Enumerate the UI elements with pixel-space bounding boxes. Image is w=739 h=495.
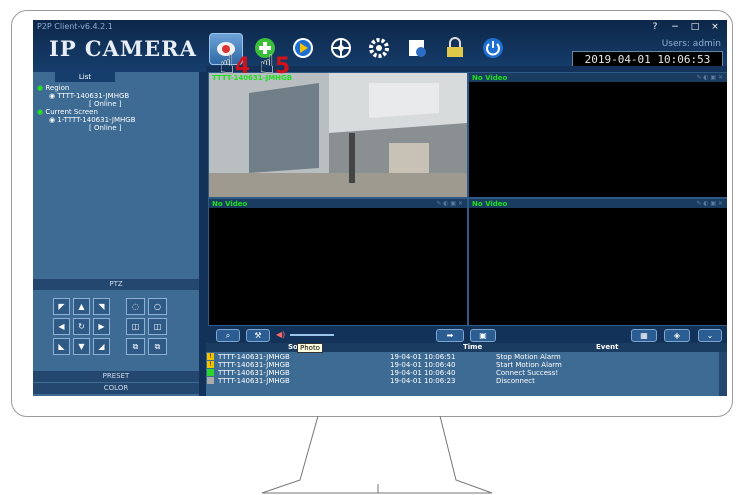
arrow-right-icon: ➡: [446, 331, 454, 340]
playback-button[interactable]: [287, 33, 319, 63]
warning-icon: !: [207, 361, 214, 368]
column-event[interactable]: Event: [596, 343, 618, 351]
maximize-button[interactable]: □: [687, 22, 703, 33]
color-header[interactable]: COLOR: [33, 383, 199, 394]
lock-icon: [447, 37, 463, 57]
ptz-header[interactable]: PTZ: [33, 279, 199, 290]
grid-icon: ▦: [640, 331, 648, 340]
tree-region[interactable]: ● Region: [37, 84, 69, 92]
minimize-button[interactable]: −: [667, 22, 683, 33]
config-button[interactable]: [401, 33, 433, 63]
list-tab[interactable]: List: [55, 72, 115, 82]
chevron-down-icon: ⌄: [706, 331, 714, 340]
ptz-grid: ◤ ▲ ◥ ◌ ○ ◀ ↻ ▶ ◫ ◫ ◣ ▼ ◢ ⧉ ⧉: [53, 298, 167, 355]
callout-5: ☝5: [259, 50, 291, 80]
video-cell-4[interactable]: No Video ✎ ◐ ▣ ✕: [468, 198, 727, 326]
photo-button[interactable]: ▣: [470, 329, 496, 342]
warning-icon: !: [207, 353, 214, 360]
layout-button[interactable]: ▦: [631, 329, 657, 342]
focus-near-button[interactable]: ◫: [126, 318, 145, 335]
ptz-left-button[interactable]: ◀: [53, 318, 70, 335]
tree-device-2-status: [ Online ]: [89, 124, 122, 132]
disconnect-icon: [207, 377, 214, 384]
device-tree: ● Region ◉ TTTT-140631-JMHGB [ Online ] …: [33, 82, 199, 277]
video-grid: TTTT-140631-JMHGB No Video ✎ ◐ ▣ ✕ No Vi…: [206, 66, 727, 326]
brand-title: IP CAMERA: [49, 36, 197, 61]
video-cell-label: No Video: [212, 200, 248, 208]
ptz-down-right-button[interactable]: ◢: [93, 338, 110, 355]
config-icon: [409, 40, 426, 57]
lock-button[interactable]: [439, 33, 471, 63]
cell-toolbar-icon: ✎ ◐ ▣ ✕: [696, 200, 723, 207]
title-bar: P2P Client-v6.4.2.1 IP CAMERA ? − □ × Us…: [33, 20, 727, 72]
ptz-down-left-button[interactable]: ◣: [53, 338, 70, 355]
live-camera-feed: [209, 73, 467, 197]
zoom-in-button[interactable]: ◌: [126, 298, 145, 315]
wrench-icon: ⚒: [254, 331, 262, 340]
record-button[interactable]: ➡: [436, 329, 464, 342]
iris-open-button[interactable]: ⧉: [126, 338, 145, 355]
event-scrollbar[interactable]: [719, 352, 727, 396]
video-cell-2[interactable]: No Video ✎ ◐ ▣ ✕: [468, 72, 727, 198]
main-toolbar: [209, 33, 509, 65]
talk-button[interactable]: ⚒: [246, 329, 270, 342]
search-button[interactable]: ⌕: [216, 329, 240, 342]
ptz-icon: [331, 38, 351, 58]
tree-device-1[interactable]: ◉ TTTT-140631-JMHGB: [49, 92, 129, 100]
pointing-hand-icon: ☝: [259, 50, 275, 80]
control-row: ⌕ ⚒ ◀) ➡ ▣ ▦ ◈ ⌄: [206, 328, 727, 342]
power-button[interactable]: [477, 33, 509, 63]
help-button[interactable]: ?: [647, 22, 663, 33]
ptz-up-button[interactable]: ▲: [73, 298, 90, 315]
left-panel: List ● Region ◉ TTTT-140631-JMHGB [ Onli…: [33, 72, 199, 396]
tree-device-1-status: [ Online ]: [89, 100, 122, 108]
photo-icon: ▣: [479, 331, 487, 340]
expand-icon: ◈: [673, 331, 681, 340]
cell-toolbar-icon: ✎ ◐ ▣ ✕: [696, 74, 723, 81]
event-log: Source Time Event ! TTTT-140631-JMHGB 19…: [206, 343, 727, 396]
iris-close-button[interactable]: ⧉: [148, 338, 167, 355]
focus-far-button[interactable]: ◫: [148, 318, 167, 335]
ip-camera-app: P2P Client-v6.4.2.1 IP CAMERA ? − □ × Us…: [33, 20, 727, 396]
preset-header[interactable]: PRESET: [33, 371, 199, 382]
close-button[interactable]: ×: [707, 22, 723, 33]
event-row[interactable]: TTTT-140631-JMHGB 19-04-01 10:06:23 Disc…: [206, 377, 718, 385]
ptz-control-button[interactable]: [325, 33, 357, 63]
tree-current-screen[interactable]: ● Current Screen: [37, 108, 98, 116]
zoom-out-button[interactable]: ○: [148, 298, 167, 315]
photo-tooltip: Photo: [297, 343, 323, 353]
collapse-button[interactable]: ⌄: [698, 329, 722, 342]
fullscreen-button[interactable]: ◈: [664, 329, 690, 342]
search-icon: ⌕: [225, 331, 231, 340]
ptz-auto-button[interactable]: ↻: [73, 318, 90, 335]
video-cell-label: No Video: [472, 200, 508, 208]
callout-4: ☝4: [219, 50, 251, 80]
users-label: Users: admin: [661, 39, 721, 49]
video-cell-1[interactable]: TTTT-140631-JMHGB: [208, 72, 468, 198]
ptz-up-left-button[interactable]: ◤: [53, 298, 70, 315]
event-row[interactable]: TTTT-140631-JMHGB 19-04-01 10:06:40 Conn…: [206, 369, 718, 377]
cell-toolbar-icon: ✎ ◐ ▣ ✕: [436, 200, 463, 207]
ptz-up-right-button[interactable]: ◥: [93, 298, 110, 315]
ptz-down-button[interactable]: ▼: [73, 338, 90, 355]
connect-icon: [207, 369, 214, 376]
event-row[interactable]: ! TTTT-140631-JMHGB 19-04-01 10:06:40 St…: [206, 361, 718, 369]
ptz-right-button[interactable]: ▶: [93, 318, 110, 335]
settings-icon: [369, 38, 389, 58]
ptz-panel: ◤ ▲ ◥ ◌ ○ ◀ ↻ ▶ ◫ ◫ ◣ ▼ ◢ ⧉ ⧉: [33, 290, 199, 370]
play-icon: [293, 38, 313, 58]
settings-button[interactable]: [363, 33, 395, 63]
volume-icon[interactable]: ◀): [276, 330, 285, 339]
video-cell-3[interactable]: No Video ✎ ◐ ▣ ✕: [208, 198, 468, 326]
version-label: P2P Client-v6.4.2.1: [37, 22, 113, 31]
tree-device-2[interactable]: ◉ 1-TTTT-140631-JMHGB: [49, 116, 136, 124]
column-time[interactable]: Time: [463, 343, 482, 351]
video-cell-label: No Video: [472, 74, 508, 82]
window-controls: ? − □ ×: [647, 22, 723, 33]
pointing-hand-icon: ☝: [219, 50, 235, 80]
event-row[interactable]: ! TTTT-140631-JMHGB 19-04-01 10:06:51 St…: [206, 353, 718, 361]
power-icon: [483, 38, 503, 58]
event-log-header: Source Time Event: [206, 343, 727, 352]
volume-slider[interactable]: [290, 334, 334, 336]
